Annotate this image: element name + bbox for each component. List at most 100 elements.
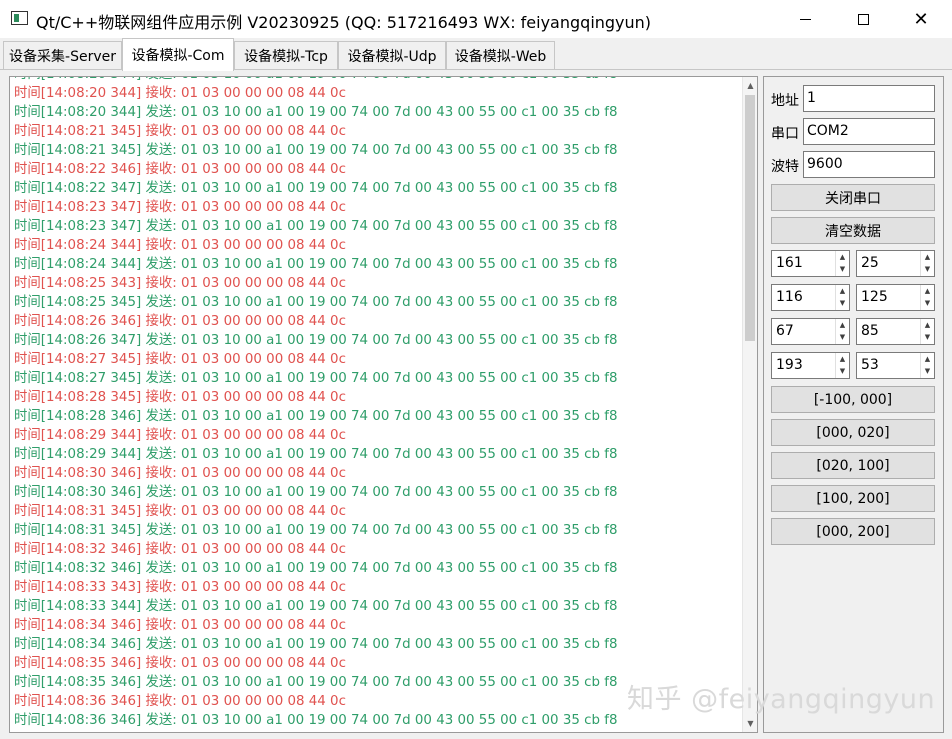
control-panel: 地址 1 串口 COM2 波特 9600 关闭串口 清空数据 161 ▲ ▼ 25 ▲… [763, 76, 944, 733]
log-line-send: 时间[14:08:26 347] 发送: 01 03 10 00 a1 00 1… [14, 333, 618, 348]
log-line-send: 时间[14:08:25 345] 发送: 01 03 10 00 a1 00 1… [14, 295, 618, 310]
log-line-send: 时间[14:08:20 344] 发送: 01 03 10 00 a1 00 1… [14, 105, 618, 120]
log-line-send: 时间[14:08:20 344] 发送: 01 03 10 00 a1 00 1… [14, 77, 742, 84]
spin-down-icon[interactable]: ▼ [836, 297, 849, 309]
value-spinbox[interactable]: 53 ▲ ▼ [856, 352, 935, 379]
port-label: 串口 [771, 126, 799, 142]
spin-down-icon[interactable]: ▼ [921, 365, 934, 377]
log-line-send: 时间[14:08:24 344] 发送: 01 03 10 00 a1 00 1… [14, 257, 618, 272]
spin-up-icon[interactable]: ▲ [836, 251, 849, 263]
log-line-receive: 时间[14:08:27 345] 接收: 01 03 00 00 00 08 4… [14, 352, 346, 367]
minimize-button[interactable] [776, 0, 834, 38]
tab-bar: 设备采集-Server 设备模拟-Com 设备模拟-Tcp 设备模拟-Udp 设… [0, 38, 952, 71]
log-line-receive: 时间[14:08:23 347] 接收: 01 03 00 00 00 08 4… [14, 200, 346, 215]
spin-down-icon[interactable]: ▼ [836, 263, 849, 275]
spinbox-value: 85 [861, 323, 879, 339]
close-button[interactable]: ✕ [892, 0, 950, 38]
log-line-receive: 时间[14:08:26 346] 接收: 01 03 00 00 00 08 4… [14, 314, 346, 329]
log-line-receive: 时间[14:08:31 345] 接收: 01 03 00 00 00 08 4… [14, 504, 346, 519]
maximize-button[interactable] [834, 0, 892, 38]
log-line-send: 时间[14:08:31 345] 发送: 01 03 10 00 a1 00 1… [14, 523, 618, 538]
spin-up-icon[interactable]: ▲ [921, 319, 934, 331]
close-icon: ✕ [913, 8, 929, 30]
baud-input[interactable]: 9600 [803, 151, 935, 178]
log-line-send: 时间[14:08:21 345] 发送: 01 03 10 00 a1 00 1… [14, 143, 618, 158]
spinbox-value: 25 [861, 255, 879, 271]
address-input[interactable]: 1 [803, 85, 935, 112]
range-button-neg100-000[interactable]: [-100, 000] [771, 386, 935, 413]
log-line-receive: 时间[14:08:20 344] 接收: 01 03 00 00 00 08 4… [14, 86, 346, 101]
watermark: 知乎 @feiyangqingyun [627, 684, 936, 715]
log-line-send: 时间[14:08:28 346] 发送: 01 03 10 00 a1 00 1… [14, 409, 618, 424]
value-spinbox[interactable]: 193 ▲ ▼ [771, 352, 850, 379]
window-title: Qt/C++物联网组件应用示例 V20230925 (QQ: 517216493… [36, 13, 652, 32]
log-line-send: 时间[14:08:29 344] 发送: 01 03 10 00 a1 00 1… [14, 447, 618, 462]
spinbox-value: 193 [776, 357, 803, 373]
log-line-send: 时间[14:08:22 347] 发送: 01 03 10 00 a1 00 1… [14, 181, 618, 196]
spinbox-value: 161 [776, 255, 803, 271]
spin-up-icon[interactable]: ▲ [921, 251, 934, 263]
log-line-send: 时间[14:08:27 345] 发送: 01 03 10 00 a1 00 1… [14, 371, 618, 386]
range-button-000-020[interactable]: [000, 020] [771, 419, 935, 446]
minimize-icon [799, 18, 811, 20]
spinbox-value: 67 [776, 323, 794, 339]
value-spinbox[interactable]: 116 ▲ ▼ [771, 284, 850, 311]
tab-tcp[interactable]: 设备模拟-Tcp [234, 41, 338, 70]
range-button-020-100[interactable]: [020, 100] [771, 452, 935, 479]
spin-down-icon[interactable]: ▼ [836, 331, 849, 343]
port-input[interactable]: COM2 [803, 118, 935, 145]
range-button-100-200[interactable]: [100, 200] [771, 485, 935, 512]
baud-label: 波特 [771, 159, 799, 175]
maximize-icon [857, 13, 869, 25]
app-icon [11, 11, 28, 25]
log-line-receive: 时间[14:08:30 346] 接收: 01 03 00 00 00 08 4… [14, 466, 346, 481]
address-row: 地址 1 [771, 85, 937, 112]
log-line-receive: 时间[14:08:25 343] 接收: 01 03 00 00 00 08 4… [14, 276, 346, 291]
tab-udp[interactable]: 设备模拟-Udp [338, 41, 446, 70]
value-spinbox[interactable]: 125 ▲ ▼ [856, 284, 935, 311]
value-spinbox[interactable]: 161 ▲ ▼ [771, 250, 850, 277]
spin-down-icon[interactable]: ▼ [921, 331, 934, 343]
value-spinbox[interactable]: 67 ▲ ▼ [771, 318, 850, 345]
log-lines: 时间[14:08:20 344] 发送: 01 03 10 00 a1 00 1… [14, 77, 742, 730]
spin-up-icon[interactable]: ▲ [921, 285, 934, 297]
tab-server[interactable]: 设备采集-Server [3, 41, 122, 70]
clear-data-button[interactable]: 清空数据 [771, 217, 935, 244]
spin-up-icon[interactable]: ▲ [921, 353, 934, 365]
spinbox-value: 125 [861, 289, 888, 305]
title-bar: Qt/C++物联网组件应用示例 V20230925 (QQ: 517216493… [0, 0, 952, 38]
scroll-up-icon[interactable]: ▲ [743, 78, 757, 93]
tab-content: 时间[14:08:20 344] 发送: 01 03 10 00 a1 00 1… [0, 69, 952, 739]
log-text-area[interactable]: 时间[14:08:20 344] 发送: 01 03 10 00 a1 00 1… [9, 76, 758, 733]
value-spinbox[interactable]: 85 ▲ ▼ [856, 318, 935, 345]
log-line-receive: 时间[14:08:34 346] 接收: 01 03 00 00 00 08 4… [14, 618, 346, 633]
log-line-receive: 时间[14:08:21 345] 接收: 01 03 00 00 00 08 4… [14, 124, 346, 139]
spin-down-icon[interactable]: ▼ [836, 365, 849, 377]
log-line-receive: 时间[14:08:24 344] 接收: 01 03 00 00 00 08 4… [14, 238, 346, 253]
close-port-button[interactable]: 关闭串口 [771, 184, 935, 211]
tab-com[interactable]: 设备模拟-Com [122, 38, 234, 71]
log-line-send: 时间[14:08:30 346] 发送: 01 03 10 00 a1 00 1… [14, 485, 618, 500]
log-line-send: 时间[14:08:33 344] 发送: 01 03 10 00 a1 00 1… [14, 599, 618, 614]
log-line-receive: 时间[14:08:28 345] 接收: 01 03 00 00 00 08 4… [14, 390, 346, 405]
spin-up-icon[interactable]: ▲ [836, 319, 849, 331]
baud-row: 波特 9600 [771, 151, 937, 178]
tab-web[interactable]: 设备模拟-Web [446, 41, 555, 70]
spin-up-icon[interactable]: ▲ [836, 285, 849, 297]
port-row: 串口 COM2 [771, 118, 937, 145]
scroll-thumb[interactable] [745, 95, 755, 341]
spinbox-value: 53 [861, 357, 879, 373]
log-line-receive: 时间[14:08:35 346] 接收: 01 03 00 00 00 08 4… [14, 656, 346, 671]
log-line-send: 时间[14:08:23 347] 发送: 01 03 10 00 a1 00 1… [14, 219, 618, 234]
value-spinbox[interactable]: 25 ▲ ▼ [856, 250, 935, 277]
scroll-down-icon[interactable]: ▼ [743, 716, 757, 731]
spin-down-icon[interactable]: ▼ [921, 263, 934, 275]
log-line-receive: 时间[14:08:33 343] 接收: 01 03 00 00 00 08 4… [14, 580, 346, 595]
range-button-000-200[interactable]: [000, 200] [771, 518, 935, 545]
log-line-receive: 时间[14:08:29 344] 接收: 01 03 00 00 00 08 4… [14, 428, 346, 443]
spinbox-value: 116 [776, 289, 803, 305]
spin-up-icon[interactable]: ▲ [836, 353, 849, 365]
log-line-send: 时间[14:08:32 346] 发送: 01 03 10 00 a1 00 1… [14, 561, 618, 576]
spin-down-icon[interactable]: ▼ [921, 297, 934, 309]
log-scrollbar[interactable]: ▲ ▼ [742, 77, 757, 732]
